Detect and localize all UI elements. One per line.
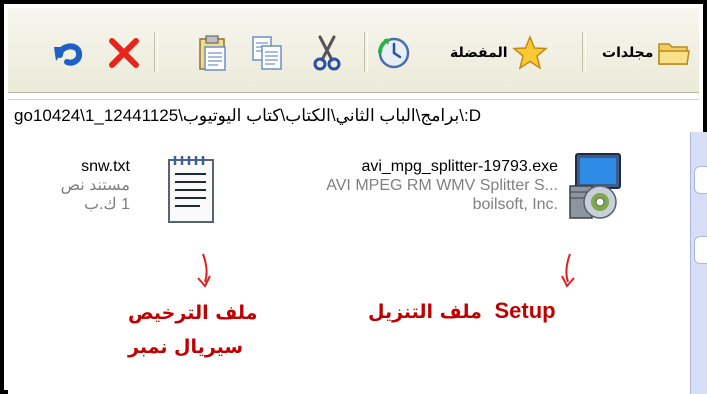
folders-button[interactable]: مجلدات [602,33,691,73]
file-name: avi_mpg_splitter-19793.exe [361,158,558,175]
history-icon [378,37,410,69]
file-name: snw.txt [81,158,130,175]
file-size: 1 ك.ب [83,196,130,213]
copy-button[interactable] [251,33,283,73]
setup-installer-icon [569,153,621,219]
setup-annotation-word: Setup [494,298,556,323]
file-description: AVI MPEG RM WMV Splitter S... [326,177,558,194]
undo-icon [54,43,83,66]
setup-annotation: ملف التنزيل Setup [368,298,556,324]
paste-button[interactable] [198,33,228,73]
exe-file-text: avi_mpg_splitter-19793.exe AVI MPEG RM W… [326,157,558,214]
copy-icon [252,36,282,70]
address-bar[interactable]: D:\برامج\الباب الثاني\الكتاب\كتاب اليوتي… [8,99,699,133]
favorites-button[interactable]: المفضلة [450,33,548,73]
setup-annotation-rest: ملف التنزيل [368,301,482,323]
toolbar-separator [582,32,586,72]
delete-icon [109,38,139,68]
license-annotation-line2: سيريال نمبر [128,336,244,358]
favorites-label: المفضلة [450,45,508,61]
folder-icon [658,43,691,65]
arrow-down-icon [197,253,211,288]
toolbar: المفضلة مجلدات [8,8,699,93]
task-pane-section[interactable] [694,236,707,264]
toolbar-separator [364,32,368,72]
txt-file-text: snw.txt مستند نص 1 ك.ب [61,157,130,214]
task-pane-edge [690,132,707,394]
star-icon [511,35,548,70]
address-path: D:\برامج\الباب الثاني\الكتاب\كتاب اليوتي… [14,106,481,125]
scissors-icon [313,35,341,71]
license-annotation-line1: ملف الترخيص [128,302,258,324]
folders-label: مجلدات [602,45,654,61]
explorer-window: المفضلة مجلدات D:\برامج\الباب الثاني\الك… [0,0,707,394]
file-list-pane: avi_mpg_splitter-19793.exe AVI MPEG RM W… [8,132,690,394]
toolbar-separator [154,32,158,72]
task-pane-section[interactable] [694,166,707,194]
delete-button[interactable] [106,33,142,73]
file-company: boilsoft, Inc. [472,196,558,213]
paste-icon [199,35,226,71]
file-type: مستند نص [60,177,130,194]
history-button[interactable] [376,33,412,73]
arrow-down-icon [561,253,575,288]
text-document-icon [168,156,214,223]
cut-button[interactable] [312,33,342,73]
undo-button[interactable] [52,33,88,73]
